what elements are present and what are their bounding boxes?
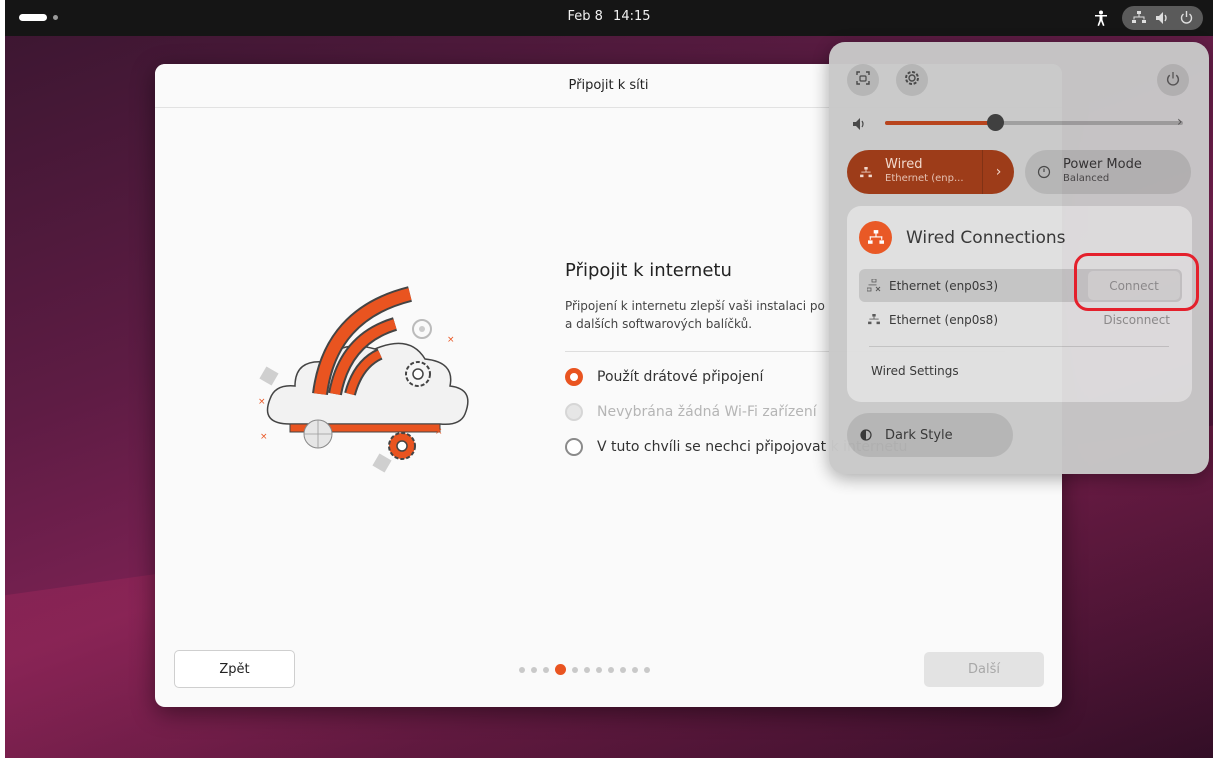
pager-dot bbox=[543, 666, 549, 673]
svg-text:×: × bbox=[447, 335, 455, 345]
next-button[interactable]: Další bbox=[924, 652, 1044, 687]
pager-dot bbox=[596, 666, 602, 673]
volume-slider-fill bbox=[885, 121, 996, 125]
radio-no-internet[interactable] bbox=[565, 438, 583, 456]
settings-button[interactable] bbox=[896, 64, 928, 96]
volume-slider[interactable] bbox=[885, 114, 1183, 131]
pager-dot bbox=[644, 666, 650, 673]
network-wired-icon bbox=[859, 314, 889, 325]
pager-dot bbox=[620, 666, 626, 673]
annotation-highlight bbox=[1074, 253, 1199, 311]
pager-dot bbox=[584, 666, 590, 673]
back-button[interactable]: Zpět bbox=[174, 650, 295, 688]
wired-tile-subtitle: Ethernet (enp... bbox=[885, 173, 964, 184]
power-mode-toggle[interactable]: Power Mode Balanced bbox=[1025, 150, 1191, 194]
network-wired-icon bbox=[847, 166, 885, 178]
dark-style-icon bbox=[847, 429, 885, 441]
pager-dot bbox=[531, 666, 537, 673]
pager-dot bbox=[608, 666, 614, 673]
wired-menu-arrow[interactable]: › bbox=[982, 150, 1014, 194]
wired-tile-title: Wired bbox=[885, 157, 923, 172]
pager-dot-active bbox=[555, 664, 566, 675]
connection-name: Ethernet (enp0s8) bbox=[889, 312, 998, 327]
svg-text:×: × bbox=[258, 397, 266, 407]
power-tile-subtitle: Balanced bbox=[1063, 173, 1110, 184]
wired-menu-title: Wired Connections bbox=[906, 227, 1066, 248]
clock-date: Feb 8 bbox=[567, 9, 603, 24]
pager-dot bbox=[519, 666, 525, 673]
dark-style-toggle[interactable]: Dark Style bbox=[847, 413, 1013, 457]
power-icon bbox=[1180, 9, 1193, 28]
svg-text:×: × bbox=[260, 432, 268, 442]
option-wired-label: Použít drátové připojení bbox=[597, 369, 764, 385]
network-wired-icon bbox=[1132, 9, 1146, 28]
radio-wifi bbox=[565, 403, 583, 421]
page-description: Připojení k internetu zlepší vaši instal… bbox=[565, 299, 825, 331]
clock-time: 14:15 bbox=[613, 9, 651, 24]
power-off-button[interactable] bbox=[1157, 64, 1189, 96]
volume-icon bbox=[1156, 9, 1170, 28]
top-bar: Feb 8 14:15 bbox=[5, 0, 1213, 36]
power-tile-title: Power Mode bbox=[1063, 157, 1142, 172]
wired-settings-item[interactable]: Wired Settings bbox=[871, 364, 959, 378]
connection-name: Ethernet (enp0s3) bbox=[889, 278, 998, 293]
pager-dot bbox=[572, 666, 578, 673]
option-wifi-label: Nevybrána žádná Wi-Fi zařízení bbox=[597, 404, 817, 420]
radio-wired[interactable] bbox=[565, 368, 583, 386]
power-mode-icon bbox=[1025, 165, 1063, 179]
svg-text:×: × bbox=[435, 427, 443, 437]
dark-style-label: Dark Style bbox=[885, 427, 953, 443]
disconnect-button[interactable]: Disconnect bbox=[1103, 313, 1170, 327]
volume-icon bbox=[853, 115, 867, 134]
step-pager bbox=[519, 664, 650, 675]
system-menu-button[interactable] bbox=[1122, 6, 1203, 30]
chevron-right-icon[interactable]: › bbox=[1177, 114, 1183, 130]
pager-dot bbox=[632, 666, 638, 673]
power-icon bbox=[1166, 71, 1180, 90]
accessibility-icon[interactable] bbox=[1090, 7, 1112, 29]
system-tray bbox=[1090, 6, 1203, 30]
menu-divider bbox=[869, 346, 1169, 347]
wired-toggle[interactable]: Wired Ethernet (enp... › bbox=[847, 150, 1014, 194]
network-wired-icon bbox=[859, 221, 892, 254]
screenshot-button[interactable] bbox=[847, 64, 879, 96]
clock[interactable]: Feb 8 14:15 bbox=[5, 9, 1213, 24]
screenshot-icon bbox=[855, 70, 871, 90]
network-illustration: × × × × bbox=[250, 274, 480, 474]
network-disconnected-icon bbox=[859, 279, 889, 292]
gear-icon bbox=[904, 70, 920, 90]
volume-slider-knob[interactable] bbox=[987, 114, 1005, 131]
